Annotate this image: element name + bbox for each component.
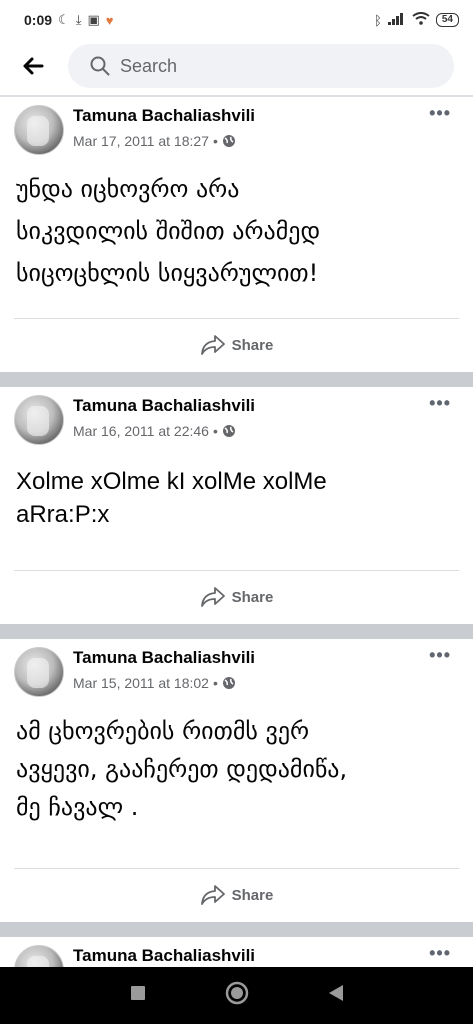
system-navigation-bar: [0, 967, 473, 1024]
post-text-line: aRra:P:x: [16, 501, 110, 528]
search-header: [0, 40, 473, 92]
download-icon: ⤓: [75, 12, 82, 27]
share-icon: [200, 587, 225, 607]
actions-divider: [14, 570, 459, 571]
triangle-back-icon: [328, 985, 343, 1001]
more-options-icon[interactable]: •••: [429, 943, 451, 964]
signal-icon: [387, 12, 406, 28]
avatar[interactable]: [14, 395, 64, 445]
circle-icon: [225, 981, 248, 1005]
globe-icon: [222, 425, 235, 437]
post-author[interactable]: Tamuna Bachaliashvili: [73, 106, 255, 126]
post-text: უნდა იცხოვრო არა სიკვდილის შიშით არამედ …: [0, 161, 473, 290]
post-feed[interactable]: Tamuna Bachaliashvili Mar 17, 2011 at 18…: [0, 97, 473, 967]
post-date[interactable]: Mar 16, 2011 at 22:46: [73, 423, 209, 439]
arrow-left-icon: [23, 57, 44, 75]
avatar[interactable]: [14, 105, 64, 155]
search-bar[interactable]: [68, 44, 454, 88]
post-separator: [0, 624, 473, 639]
moon-icon: ☾: [58, 12, 70, 27]
share-button[interactable]: Share: [0, 321, 473, 369]
home-button[interactable]: [225, 981, 249, 1010]
back-button[interactable]: [6, 44, 60, 88]
post: Tamuna Bachaliashvili Mar 16, 2011 at 22…: [0, 387, 473, 624]
post-text-line: უნდა იცხოვრო არა: [16, 175, 240, 203]
post: Tamuna Bachaliashvili •••: [0, 937, 473, 967]
status-bar: 0:09 ☾ ⤓ ▣ ♥ ᛒ 54: [0, 0, 473, 40]
share-button[interactable]: Share: [0, 573, 473, 621]
more-options-icon[interactable]: •••: [429, 103, 451, 124]
post-meta: Mar 15, 2011 at 18:02 •: [73, 675, 236, 691]
post-text-line: ამ ცხოვრების რითმს ვერ: [16, 717, 310, 745]
post-text-line: მე ჩავალ .: [16, 793, 139, 821]
post-date[interactable]: Mar 15, 2011 at 18:02: [73, 675, 209, 691]
no-video-icon: ▣: [87, 12, 100, 27]
post-separator: [0, 922, 473, 937]
post-meta: Mar 17, 2011 at 18:27 •: [73, 133, 236, 149]
share-button[interactable]: Share: [0, 871, 473, 919]
post: Tamuna Bachaliashvili Mar 17, 2011 at 18…: [0, 97, 473, 372]
search-icon: [90, 56, 110, 76]
actions-divider: [14, 318, 459, 319]
post-text-line: ავყევი, გააჩერეთ დედამიწა,: [16, 755, 348, 783]
share-icon: [200, 885, 225, 905]
meta-separator: •: [212, 423, 218, 439]
recents-button[interactable]: [130, 985, 146, 1006]
meta-separator: •: [212, 675, 218, 691]
wifi-icon: [412, 12, 430, 28]
share-label: Share: [231, 336, 274, 354]
share-icon: [200, 335, 225, 355]
post-date[interactable]: Mar 17, 2011 at 18:27: [73, 133, 209, 149]
actions-divider: [14, 868, 459, 869]
post-author[interactable]: Tamuna Bachaliashvili: [73, 648, 255, 668]
post-separator: [0, 372, 473, 387]
globe-icon: [222, 677, 235, 689]
post-text-line: Xolme xOlme kI xolMe xolMe: [16, 468, 327, 495]
post: Tamuna Bachaliashvili Mar 15, 2011 at 18…: [0, 639, 473, 922]
post-text: ამ ცხოვრების რითმს ვერ ავყევი, გააჩერეთ …: [0, 703, 473, 824]
status-time: 0:09: [24, 12, 53, 28]
post-text: Xolme xOlme kI xolMe xolMe aRra:P:x: [0, 451, 473, 531]
meta-separator: •: [212, 133, 218, 149]
post-text-line: სიკვდილის შიშით არამედ: [16, 217, 321, 245]
avatar[interactable]: [14, 647, 64, 697]
battery-indicator: 54: [435, 13, 459, 27]
post-meta: Mar 16, 2011 at 22:46 •: [73, 423, 236, 439]
share-label: Share: [231, 588, 274, 606]
post-author[interactable]: Tamuna Bachaliashvili: [73, 946, 255, 966]
health-icon: ♥: [105, 12, 114, 28]
post-author[interactable]: Tamuna Bachaliashvili: [73, 396, 255, 416]
avatar[interactable]: [14, 945, 64, 967]
back-nav-button[interactable]: [328, 984, 344, 1007]
search-input[interactable]: [120, 55, 420, 77]
share-label: Share: [231, 886, 274, 904]
more-options-icon[interactable]: •••: [429, 393, 451, 414]
more-options-icon[interactable]: •••: [429, 645, 451, 666]
bluetooth-icon: ᛒ: [374, 12, 382, 28]
post-text-line: სიცოცხლის სიყვარულით!: [16, 259, 319, 287]
globe-icon: [222, 135, 235, 147]
square-icon: [130, 986, 145, 1000]
